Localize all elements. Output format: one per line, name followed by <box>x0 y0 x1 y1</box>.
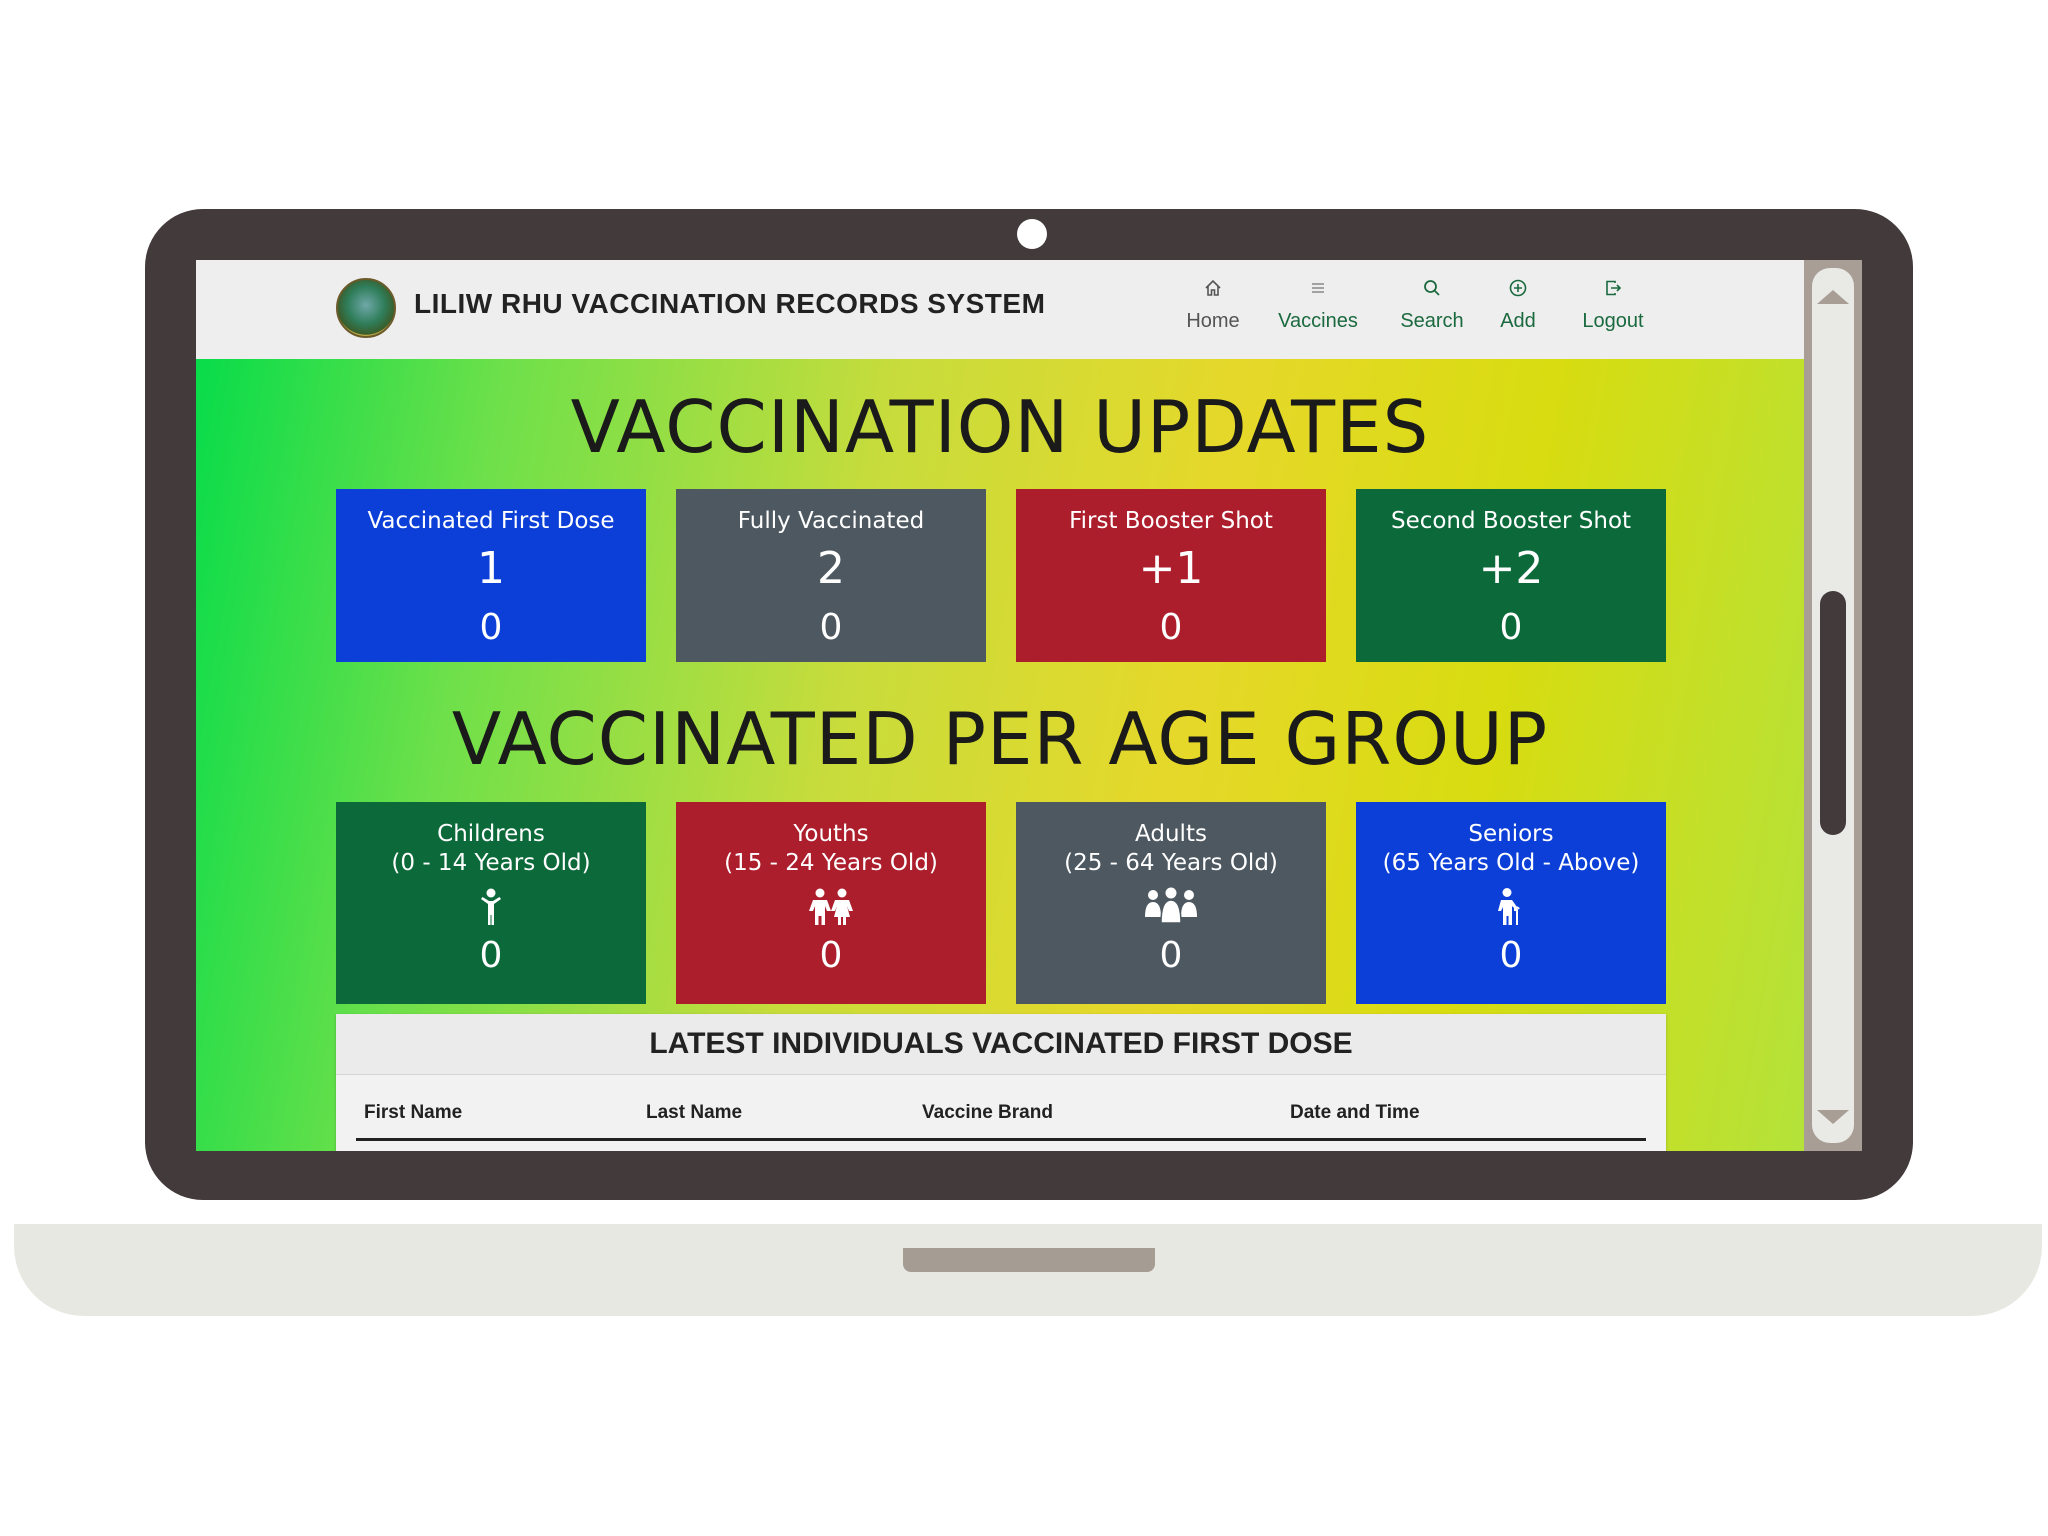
column-header-last-name[interactable]: Last Name <box>646 1102 742 1124</box>
card-label: Fully Vaccinated <box>737 508 925 534</box>
liliw-rhu-seal-icon <box>336 278 396 338</box>
card-label: Seniors <box>1468 821 1554 847</box>
table-header-row: First Name Last Name Vaccine Brand Date … <box>356 1102 1646 1141</box>
search-icon <box>1392 278 1472 304</box>
card-age-range: (0 - 14 Years Old) <box>391 850 591 876</box>
card-dose: +2 <box>1478 543 1544 594</box>
card-dose: 1 <box>477 543 505 594</box>
nav-vaccines-label: Vaccines <box>1278 310 1358 332</box>
column-header-date-time[interactable]: Date and Time <box>1290 1102 1420 1124</box>
nav-search[interactable]: Search <box>1392 278 1472 333</box>
children-icon <box>676 884 986 930</box>
top-navbar: LILIW RHU VACCINATION RECORDS SYSTEM Hom… <box>196 260 1804 359</box>
webcam-icon <box>1017 219 1047 249</box>
column-header-first-name[interactable]: First Name <box>364 1102 462 1124</box>
seniors-card[interactable]: Seniors (65 Years Old - Above) 0 <box>1356 802 1666 1004</box>
nav-add[interactable]: Add <box>1488 278 1548 333</box>
column-header-vaccine-brand[interactable]: Vaccine Brand <box>922 1102 1053 1124</box>
card-age-range: (65 Years Old - Above) <box>1382 850 1640 876</box>
second-booster-card[interactable]: Second Booster Shot +2 0 <box>1356 489 1666 662</box>
card-label: Vaccinated First Dose <box>367 508 615 534</box>
nav-logout[interactable]: Logout <box>1572 278 1654 333</box>
app-title: LILIW RHU VACCINATION RECORDS SYSTEM <box>414 288 1046 319</box>
updates-heading: VACCINATION UPDATES <box>570 385 1430 469</box>
card-count: 0 <box>1499 935 1523 976</box>
card-label: Youths <box>793 821 869 847</box>
card-count: 0 <box>1499 607 1523 648</box>
card-count: 0 <box>1159 935 1183 976</box>
scrollbar-track[interactable] <box>1812 268 1854 1143</box>
people-group-icon <box>1016 884 1326 930</box>
plus-circle-icon <box>1488 278 1548 304</box>
child-icon <box>336 884 646 930</box>
nav-logout-label: Logout <box>1582 310 1644 332</box>
card-dose: +1 <box>1138 543 1204 594</box>
nav-vaccines[interactable]: Vaccines <box>1268 278 1368 333</box>
person-cane-icon <box>1356 884 1666 930</box>
nav-home-label: Home <box>1186 310 1240 332</box>
card-dose: 2 <box>817 543 845 594</box>
dashboard-main: VACCINATION UPDATES Vaccinated First Dos… <box>196 359 1804 1151</box>
card-count: 0 <box>479 607 503 648</box>
fully-vaccinated-card[interactable]: Fully Vaccinated 2 0 <box>676 489 986 662</box>
laptop-notch <box>903 1248 1155 1272</box>
age-group-heading: VACCINATED PER AGE GROUP <box>451 697 1549 781</box>
home-icon <box>1178 278 1248 304</box>
card-age-range: (25 - 64 Years Old) <box>1064 850 1278 876</box>
latest-vaccinated-table: LATEST INDIVIDUALS VACCINATED FIRST DOSE… <box>336 1014 1666 1151</box>
card-label: Adults <box>1135 821 1207 847</box>
nav-home[interactable]: Home <box>1178 278 1248 333</box>
scrollbar-thumb[interactable] <box>1820 591 1846 835</box>
card-age-range: (15 - 24 Years Old) <box>724 850 938 876</box>
card-label: Second Booster Shot <box>1390 508 1632 534</box>
card-count: 0 <box>1159 607 1183 648</box>
first-dose-card[interactable]: Vaccinated First Dose 1 0 <box>336 489 646 662</box>
vertical-scrollbar[interactable] <box>1804 260 1862 1151</box>
card-count: 0 <box>819 607 843 648</box>
scroll-down-arrow-icon[interactable] <box>1817 1110 1849 1124</box>
card-count: 0 <box>819 935 843 976</box>
nav-search-label: Search <box>1400 310 1464 332</box>
adults-card[interactable]: Adults (25 - 64 Years Old) 0 <box>1016 802 1326 1004</box>
card-label: First Booster Shot <box>1069 508 1273 534</box>
browser-viewport: LILIW RHU VACCINATION RECORDS SYSTEM Hom… <box>196 260 1804 1151</box>
table-title: LATEST INDIVIDUALS VACCINATED FIRST DOSE <box>336 1014 1666 1075</box>
logout-icon <box>1572 278 1654 304</box>
nav-add-label: Add <box>1500 310 1536 332</box>
card-label: Childrens <box>437 821 545 847</box>
childrens-card[interactable]: Childrens (0 - 14 Years Old) 0 <box>336 802 646 1004</box>
list-icon <box>1268 278 1368 304</box>
youths-card[interactable]: Youths (15 - 24 Years Old) 0 <box>676 802 986 1004</box>
card-count: 0 <box>479 935 503 976</box>
first-booster-card[interactable]: First Booster Shot +1 0 <box>1016 489 1326 662</box>
scroll-up-arrow-icon[interactable] <box>1817 290 1849 304</box>
screen: LILIW RHU VACCINATION RECORDS SYSTEM Hom… <box>196 260 1862 1151</box>
